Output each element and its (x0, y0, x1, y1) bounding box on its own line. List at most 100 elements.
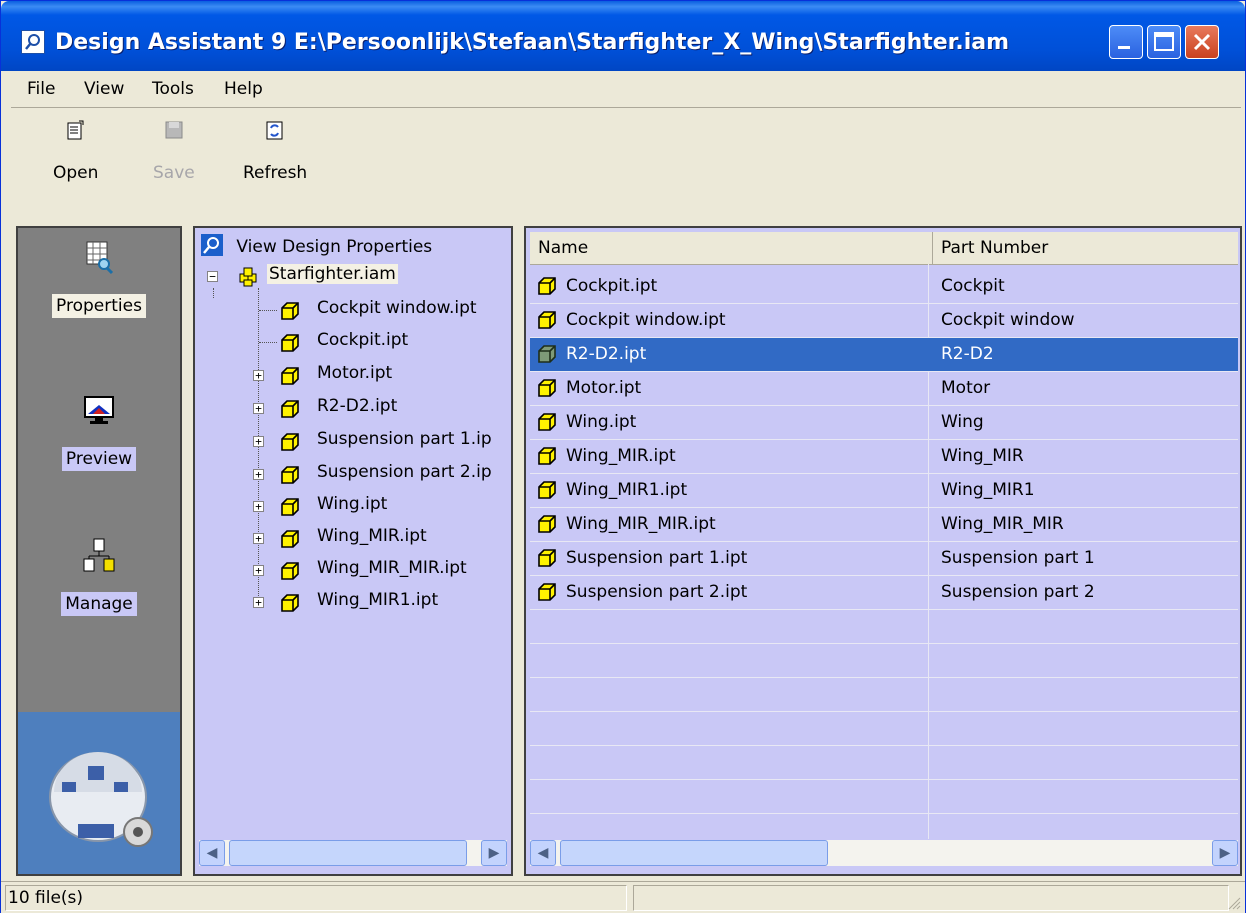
app-icon (21, 30, 45, 54)
tree-item[interactable]: Cockpit.ipt (207, 328, 511, 360)
part-icon (281, 562, 299, 580)
column-header-part-number[interactable]: Part Number (933, 232, 1238, 264)
tree-item[interactable]: + Suspension part 1.ip (207, 427, 511, 459)
part-icon (538, 583, 556, 601)
part-icon (281, 367, 299, 385)
empty-row (530, 678, 1238, 712)
expand-icon[interactable]: + (253, 533, 264, 544)
cell-name: R2-D2.ipt (566, 344, 647, 364)
expand-icon[interactable]: + (253, 469, 264, 480)
cell-part-number: Wing_MIR_MIR (941, 514, 1064, 534)
maximize-icon (1154, 32, 1174, 51)
column-header-name[interactable]: Name (530, 232, 932, 264)
maximize-button[interactable] (1147, 25, 1181, 59)
table-row[interactable]: Suspension part 1.ipt Suspension part 1 (530, 542, 1238, 576)
refresh-button[interactable]: Refresh (243, 119, 307, 183)
table-row[interactable]: Wing_MIR_MIR.ipt Wing_MIR_MIR (530, 508, 1238, 542)
menu-tools[interactable]: Tools (152, 79, 194, 99)
nav-manage[interactable]: Manage (18, 538, 180, 616)
save-button[interactable]: Save (153, 119, 195, 183)
tree-item-label: Wing_MIR1.ipt (317, 590, 439, 610)
cell-name: Wing_MIR_MIR.ipt (566, 514, 716, 534)
tree-item-label: Wing.ipt (317, 494, 388, 514)
table-row[interactable]: Suspension part 2.ipt Suspension part 2 (530, 576, 1238, 610)
empty-row (530, 712, 1238, 746)
table-row[interactable]: Wing_MIR1.ipt Wing_MIR1 (530, 474, 1238, 508)
left-nav: Properties Preview Manage (16, 226, 182, 876)
table-row[interactable]: Motor.ipt Motor (530, 372, 1238, 406)
tree-item[interactable]: + Wing.ipt (207, 492, 511, 524)
open-label: Open (53, 163, 99, 183)
r2d2-logo (18, 712, 180, 874)
part-icon (281, 466, 299, 484)
part-icon (538, 447, 556, 465)
menu-view[interactable]: View (84, 79, 124, 99)
nav-preview-label: Preview (61, 447, 137, 471)
scroll-right-button[interactable]: ▶ (1212, 840, 1238, 866)
close-button[interactable] (1185, 25, 1219, 59)
tree-item[interactable]: + Wing_MIR1.ipt (207, 588, 511, 620)
tree-item-label: Suspension part 1.ip (317, 429, 492, 449)
expand-icon[interactable]: + (253, 597, 264, 608)
part-icon (281, 302, 299, 320)
expand-icon[interactable]: + (253, 370, 264, 381)
part-icon (538, 311, 556, 329)
menu-help[interactable]: Help (224, 79, 263, 99)
menu-file[interactable]: File (27, 79, 55, 99)
status-bar: 10 file(s) (1, 881, 1245, 913)
part-icon (281, 334, 299, 352)
list-header: Name Part Number (530, 232, 1238, 265)
save-icon (165, 121, 183, 139)
part-icon (538, 481, 556, 499)
tree-header[interactable]: View Design Properties (201, 234, 432, 257)
nav-manage-label: Manage (61, 592, 137, 616)
tree-root[interactable]: − Starfighter.iam (207, 262, 507, 294)
empty-row (530, 780, 1238, 814)
scroll-left-button[interactable]: ◀ (199, 840, 225, 866)
tree-item[interactable]: + Wing_MIR.ipt (207, 524, 511, 556)
cell-name: Cockpit.ipt (566, 276, 658, 296)
table-row[interactable]: Wing.ipt Wing (530, 406, 1238, 440)
tree-item[interactable]: Cockpit window.ipt (207, 296, 511, 328)
resize-grip-icon[interactable] (1227, 896, 1241, 910)
cell-name: Wing.ipt (566, 412, 637, 432)
tree-item-label: Wing_MIR.ipt (317, 526, 427, 546)
nav-preview[interactable]: Preview (18, 393, 180, 471)
scroll-thumb[interactable] (560, 840, 828, 866)
part-icon (281, 433, 299, 451)
minimize-button[interactable] (1109, 25, 1143, 59)
cell-name: Cockpit window.ipt (566, 310, 726, 330)
tree-item[interactable]: + Wing_MIR_MIR.ipt (207, 556, 511, 588)
cell-name: Motor.ipt (566, 378, 642, 398)
cell-part-number: Suspension part 2 (941, 582, 1095, 602)
part-icon (281, 498, 299, 516)
tree-item[interactable]: + Suspension part 2.ip (207, 460, 511, 492)
tree-item[interactable]: + Motor.ipt (207, 361, 511, 393)
scroll-right-button[interactable]: ▶ (481, 840, 507, 866)
expand-icon[interactable]: + (253, 501, 264, 512)
collapse-icon[interactable]: − (207, 271, 218, 282)
cell-name: Wing_MIR.ipt (566, 446, 676, 466)
tree-hscrollbar[interactable]: ◀ ▶ (199, 840, 507, 866)
title-bar[interactable]: Design Assistant 9 E:\Persoonlijk\Stefaa… (1, 1, 1245, 71)
window-title: Design Assistant 9 E:\Persoonlijk\Stefaa… (55, 30, 1010, 55)
file-list-panel: Name Part Number Cockpit.ipt Cockpit Coc… (524, 226, 1242, 876)
open-button[interactable]: Open (53, 119, 98, 183)
nav-properties[interactable]: Properties (18, 240, 180, 318)
table-row[interactable]: Wing_MIR.ipt Wing_MIR (530, 440, 1238, 474)
expand-icon[interactable]: + (253, 403, 264, 414)
table-row[interactable]: Cockpit window.ipt Cockpit window (530, 304, 1238, 338)
list-hscrollbar[interactable]: ◀ ▶ (530, 840, 1238, 866)
tree-connector (259, 310, 277, 311)
scroll-left-button[interactable]: ◀ (530, 840, 556, 866)
tree-item-label: Motor.ipt (317, 363, 393, 383)
assembly-icon (239, 267, 257, 287)
table-row-selected[interactable]: R2-D2.ipt R2-D2 (530, 338, 1238, 372)
tree-item[interactable]: + R2-D2.ipt (207, 394, 511, 426)
empty-row (530, 644, 1238, 678)
expand-icon[interactable]: + (253, 436, 264, 447)
table-row[interactable]: Cockpit.ipt Cockpit (530, 270, 1238, 304)
scroll-thumb[interactable] (229, 840, 467, 866)
preview-icon (84, 396, 114, 424)
expand-icon[interactable]: + (253, 565, 264, 576)
